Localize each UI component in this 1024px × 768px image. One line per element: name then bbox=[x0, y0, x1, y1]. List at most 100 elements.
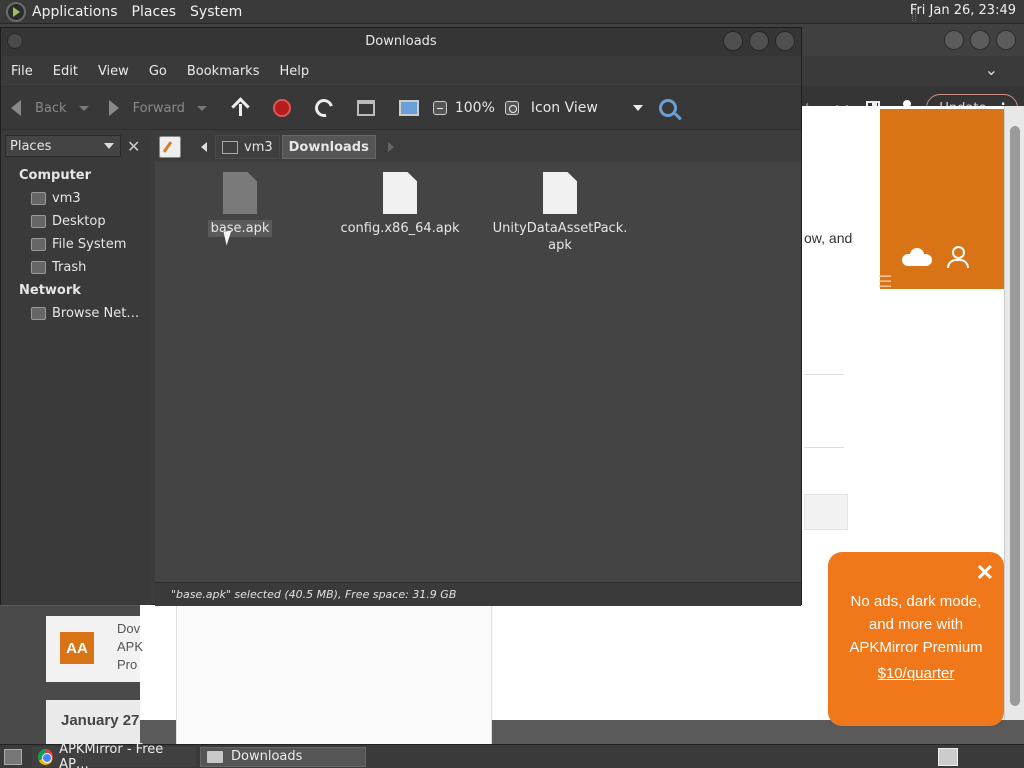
filter-icon[interactable]: ☰ bbox=[878, 272, 892, 291]
minimize-button[interactable] bbox=[723, 31, 743, 51]
close-button[interactable] bbox=[996, 30, 1016, 50]
back-arrow-icon bbox=[11, 100, 21, 116]
view-mode-select[interactable]: Icon View bbox=[531, 100, 643, 116]
file-icon bbox=[543, 172, 577, 214]
reload-icon[interactable] bbox=[311, 95, 337, 121]
date-heading: January 27 bbox=[61, 712, 140, 729]
clock[interactable]: Fri Jan 26, 23:49 bbox=[910, 3, 1016, 18]
menu-edit[interactable]: Edit bbox=[53, 64, 78, 79]
account-icon[interactable] bbox=[946, 246, 969, 268]
menu-go[interactable]: Go bbox=[149, 64, 167, 79]
zoom-in-icon[interactable] bbox=[504, 101, 519, 115]
date-heading-box: January 27 bbox=[46, 700, 140, 744]
window-buttons bbox=[723, 31, 795, 51]
sidebar-item-desktop[interactable]: Desktop bbox=[1, 210, 151, 233]
page-text-fragment: ow, and bbox=[804, 230, 853, 246]
drive-icon bbox=[31, 238, 46, 251]
task-downloads[interactable]: Downloads bbox=[200, 746, 366, 767]
app-card[interactable]: AA Dov APK Pro bbox=[46, 616, 143, 682]
path-scroll-right-icon[interactable] bbox=[387, 142, 394, 152]
crumb-downloads[interactable]: Downloads bbox=[281, 135, 376, 159]
file-name-line: apk bbox=[548, 238, 572, 253]
window-titlebar[interactable]: Downloads bbox=[1, 28, 801, 56]
path-scroll-left-icon[interactable] bbox=[201, 142, 207, 152]
sidebar-selector[interactable]: Places bbox=[5, 135, 121, 157]
promo-line: and more with bbox=[868, 616, 964, 633]
file-manager-window: Downloads File Edit View Go Bookmarks He… bbox=[0, 27, 802, 606]
maximize-button[interactable] bbox=[749, 31, 769, 51]
back-label: Back bbox=[35, 100, 67, 116]
promo-text: No ads, dark mode, and more with APKMirr… bbox=[828, 590, 1004, 682]
back-history-dropdown-icon[interactable] bbox=[78, 105, 89, 111]
sidebar-item-browse-network[interactable]: Browse Net… bbox=[1, 302, 151, 325]
premium-promo[interactable]: ✕ No ads, dark mode, and more with APKMi… bbox=[828, 552, 1004, 726]
sidebar-item-label: Trash bbox=[52, 260, 87, 275]
menu-bookmarks[interactable]: Bookmarks bbox=[187, 64, 260, 79]
back-button[interactable]: Back bbox=[11, 100, 89, 116]
sidebar-item-label: File System bbox=[52, 237, 127, 252]
forward-label: Forward bbox=[132, 100, 185, 116]
menu-applications[interactable]: Applications bbox=[32, 4, 118, 20]
file-item[interactable]: UnityDataAssetPack. apk bbox=[485, 172, 635, 254]
home-icon[interactable] bbox=[356, 100, 375, 116]
content-box bbox=[804, 494, 848, 530]
scrollbar-thumb[interactable] bbox=[1010, 126, 1020, 706]
path-bar: vm3 Downloads bbox=[159, 134, 394, 160]
sidebar-item-vm3[interactable]: vm3 bbox=[1, 187, 151, 210]
menu-places[interactable]: Places bbox=[132, 4, 177, 20]
divider bbox=[804, 374, 844, 375]
maximize-button[interactable] bbox=[970, 30, 990, 50]
crumb-vm3[interactable]: vm3 bbox=[215, 135, 280, 159]
chevron-down-icon bbox=[632, 105, 643, 111]
menubar: File Edit View Go Bookmarks Help bbox=[1, 56, 801, 86]
forward-history-dropdown-icon[interactable] bbox=[196, 105, 207, 111]
upload-cloud-icon[interactable] bbox=[902, 248, 932, 266]
card-line: Pro bbox=[117, 657, 138, 672]
show-desktop-icon[interactable] bbox=[4, 748, 22, 765]
zoom-level[interactable]: 100% bbox=[455, 100, 495, 116]
sidebar-item-file-system[interactable]: File System bbox=[1, 233, 151, 256]
promo-price-link[interactable]: $10/quarter bbox=[828, 665, 1004, 682]
bottom-taskbar: APKMirror - Free AP… Downloads bbox=[0, 742, 1024, 768]
chrome-icon bbox=[38, 748, 54, 765]
file-icon-view[interactable]: base.apk config.x86_64.apk UnityDataAsse… bbox=[155, 162, 801, 582]
desktop-icon bbox=[31, 215, 46, 228]
stop-icon[interactable] bbox=[272, 99, 291, 117]
apkmirror-logo: AA bbox=[60, 632, 94, 664]
fm-body: Places ✕ Computer vm3 Desktop File Syste… bbox=[1, 130, 801, 606]
menu-help[interactable]: Help bbox=[279, 64, 309, 79]
search-icon[interactable] bbox=[658, 99, 677, 117]
window-menu-button[interactable] bbox=[7, 33, 23, 49]
menu-system[interactable]: System bbox=[190, 4, 242, 20]
file-name: config.x86_64.apk bbox=[340, 221, 460, 236]
task-browser[interactable]: APKMirror - Free AP… bbox=[32, 742, 196, 768]
menu-file[interactable]: File bbox=[11, 64, 33, 79]
minimize-button[interactable] bbox=[944, 30, 964, 50]
sidebar-selector-label: Places bbox=[10, 138, 52, 154]
file-item[interactable]: config.x86_64.apk bbox=[325, 172, 475, 237]
sidebar-item-trash[interactable]: Trash bbox=[1, 256, 151, 279]
divider bbox=[804, 447, 844, 448]
sidebar-item-label: Desktop bbox=[52, 214, 106, 229]
file-name: base.apk bbox=[207, 220, 273, 237]
close-sidebar-icon[interactable]: ✕ bbox=[127, 137, 140, 156]
top-panel: Applications Places System Fri Jan 26, 2… bbox=[0, 0, 1024, 24]
forward-button[interactable]: Forward bbox=[108, 100, 207, 116]
location-edit-icon[interactable] bbox=[159, 136, 181, 158]
promo-close-icon[interactable]: ✕ bbox=[976, 560, 994, 586]
menu-view[interactable]: View bbox=[98, 64, 129, 79]
chevron-down-icon bbox=[104, 143, 114, 149]
crumb-label: vm3 bbox=[244, 139, 273, 155]
view-mode-label: Icon View bbox=[530, 100, 598, 116]
computer-icon[interactable] bbox=[398, 100, 419, 116]
workspace-switcher-icon[interactable] bbox=[938, 748, 958, 766]
system-logo-icon[interactable] bbox=[6, 1, 26, 22]
tab-list-chevron-icon[interactable]: ⌄ bbox=[985, 60, 998, 79]
file-item[interactable]: base.apk bbox=[165, 172, 315, 237]
close-button[interactable] bbox=[775, 31, 795, 51]
up-icon[interactable] bbox=[231, 99, 249, 117]
file-name: UnityDataAssetPack. apk bbox=[490, 220, 631, 254]
page-scrollbar[interactable] bbox=[1004, 106, 1024, 720]
trash-icon bbox=[31, 261, 46, 274]
zoom-out-icon[interactable] bbox=[432, 101, 447, 115]
